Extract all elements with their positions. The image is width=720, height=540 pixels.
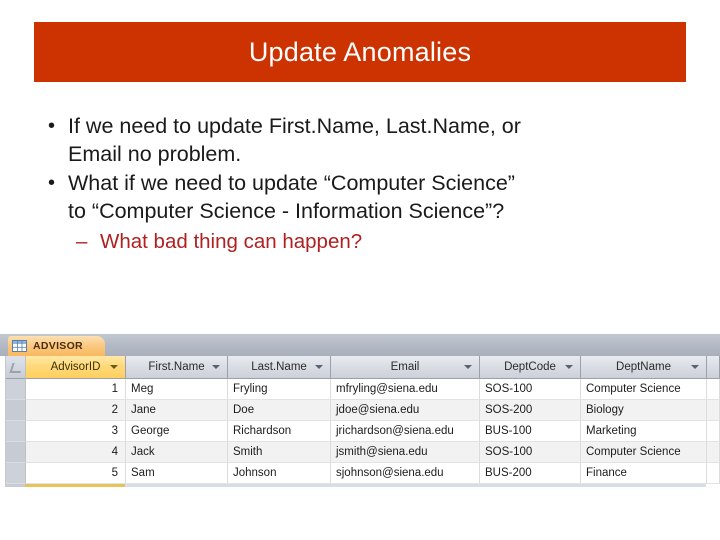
cell-email[interactable]: mfryling@siena.edu: [331, 379, 480, 400]
cell-deptname[interactable]: Computer Science: [581, 379, 707, 400]
cell-advisorid[interactable]: 2: [26, 400, 126, 421]
datasheet-tab-strip: ADVISOR: [0, 334, 720, 356]
datasheet-grid: AdvisorID First.Name Last.Name Email Dep…: [0, 356, 720, 484]
bullet-marker-icon: •: [48, 115, 56, 137]
column-header-email[interactable]: Email: [331, 356, 480, 379]
bullet-marker-icon: •: [48, 172, 56, 194]
cell-email[interactable]: jdoe@siena.edu: [331, 400, 480, 421]
column-header-deptname-label: DeptName: [616, 361, 671, 373]
cell-deptcode[interactable]: SOS-200: [480, 400, 581, 421]
tab-advisor-label: ADVISOR: [33, 340, 83, 352]
column-header-email-label: Email: [390, 361, 420, 373]
column-header-advisorid[interactable]: AdvisorID: [26, 356, 126, 379]
cell-advisorid[interactable]: 5: [26, 463, 126, 484]
cell-firstname[interactable]: Jane: [126, 400, 228, 421]
slide-title-banner: Update Anomalies: [34, 22, 686, 82]
bullet-item-2: • What if we need to update “Computer Sc…: [24, 169, 696, 225]
column-header-advisorid-label: AdvisorID: [50, 361, 101, 373]
row-selector[interactable]: [6, 442, 26, 463]
bottom-rule-stub: [5, 484, 25, 487]
column-header-deptname[interactable]: DeptName: [581, 356, 707, 379]
cell-deptcode[interactable]: SOS-100: [480, 442, 581, 463]
cell-deptname[interactable]: Computer Science: [581, 442, 707, 463]
cell-truncated[interactable]: [707, 379, 720, 400]
table-header-row: AdvisorID First.Name Last.Name Email Dep…: [0, 356, 720, 379]
column-header-deptcode[interactable]: DeptCode: [480, 356, 581, 379]
column-header-lastname-label: Last.Name: [251, 361, 307, 373]
cell-truncated[interactable]: [707, 400, 720, 421]
cell-email[interactable]: jrichardson@siena.edu: [331, 421, 480, 442]
cell-deptname[interactable]: Biology: [581, 400, 707, 421]
cell-firstname[interactable]: George: [126, 421, 228, 442]
dash-marker-icon: –: [76, 230, 88, 253]
chevron-down-icon[interactable]: [110, 365, 118, 369]
bullet-item-3-text: What bad thing can happen?: [100, 230, 363, 253]
cell-deptname[interactable]: Marketing: [581, 421, 707, 442]
row-selector[interactable]: [6, 379, 26, 400]
column-header-lastname[interactable]: Last.Name: [228, 356, 331, 379]
cell-deptcode[interactable]: SOS-100: [480, 379, 581, 400]
cell-firstname[interactable]: Sam: [126, 463, 228, 484]
table-row[interactable]: 3 George Richardson jrichardson@siena.ed…: [0, 421, 720, 442]
cell-deptcode[interactable]: BUS-200: [480, 463, 581, 484]
bullet-item-3: – What bad thing can happen?: [24, 227, 696, 256]
cell-deptcode[interactable]: BUS-100: [480, 421, 581, 442]
bullet-item-2-line-1: What if we need to update “Computer Scie…: [68, 171, 515, 195]
cell-email[interactable]: sjohnson@siena.edu: [331, 463, 480, 484]
tab-advisor[interactable]: ADVISOR: [8, 336, 105, 356]
bottom-rule-gold: [25, 484, 125, 487]
bullet-item-1-line-1: If we need to update First.Name, Last.Na…: [68, 114, 521, 138]
table-row[interactable]: 5 Sam Johnson sjohnson@siena.edu BUS-200…: [0, 463, 720, 484]
cell-firstname[interactable]: Meg: [126, 379, 228, 400]
chevron-down-icon[interactable]: [212, 365, 220, 369]
row-selector[interactable]: [6, 400, 26, 421]
cell-lastname[interactable]: Johnson: [228, 463, 331, 484]
table-row[interactable]: 2 Jane Doe jdoe@siena.edu SOS-200 Biolog…: [0, 400, 720, 421]
table-row[interactable]: 4 Jack Smith jsmith@siena.edu SOS-100 Co…: [0, 442, 720, 463]
table-icon: [12, 340, 27, 352]
row-selector[interactable]: [6, 463, 26, 484]
cell-firstname[interactable]: Jack: [126, 442, 228, 463]
cell-lastname[interactable]: Fryling: [228, 379, 331, 400]
bottom-rule-grey: [125, 484, 706, 487]
slide-body: • If we need to update First.Name, Last.…: [24, 112, 696, 256]
table-row[interactable]: 1 Meg Fryling mfryling@siena.edu SOS-100…: [0, 379, 720, 400]
chevron-down-icon[interactable]: [691, 365, 699, 369]
datasheet-bottom-rule: [0, 484, 720, 488]
cell-lastname[interactable]: Richardson: [228, 421, 331, 442]
column-header-firstname[interactable]: First.Name: [126, 356, 228, 379]
cell-advisorid[interactable]: 3: [26, 421, 126, 442]
cell-lastname[interactable]: Doe: [228, 400, 331, 421]
chevron-down-icon[interactable]: [464, 365, 472, 369]
bullet-item-1: • If we need to update First.Name, Last.…: [24, 112, 696, 168]
cell-truncated[interactable]: [707, 421, 720, 442]
page-title: Update Anomalies: [248, 36, 472, 67]
cell-lastname[interactable]: Smith: [228, 442, 331, 463]
chevron-down-icon[interactable]: [315, 365, 323, 369]
bullet-item-2-line-2: to “Computer Science - Information Scien…: [68, 199, 505, 223]
bullet-item-1-line-2: Email no problem.: [68, 142, 242, 166]
access-datasheet: ADVISOR AdvisorID First.Name Last.Name E…: [0, 334, 720, 488]
cell-truncated[interactable]: [707, 463, 720, 484]
cell-truncated[interactable]: [707, 442, 720, 463]
cell-advisorid[interactable]: 1: [26, 379, 126, 400]
select-all-button[interactable]: [6, 356, 26, 379]
cell-deptname[interactable]: Finance: [581, 463, 707, 484]
column-header-firstname-label: First.Name: [148, 361, 205, 373]
row-selector[interactable]: [6, 421, 26, 442]
column-header-deptcode-label: DeptCode: [504, 361, 556, 373]
cell-email[interactable]: jsmith@siena.edu: [331, 442, 480, 463]
column-header-truncated[interactable]: [707, 356, 720, 379]
cell-advisorid[interactable]: 4: [26, 442, 126, 463]
chevron-down-icon[interactable]: [565, 365, 573, 369]
